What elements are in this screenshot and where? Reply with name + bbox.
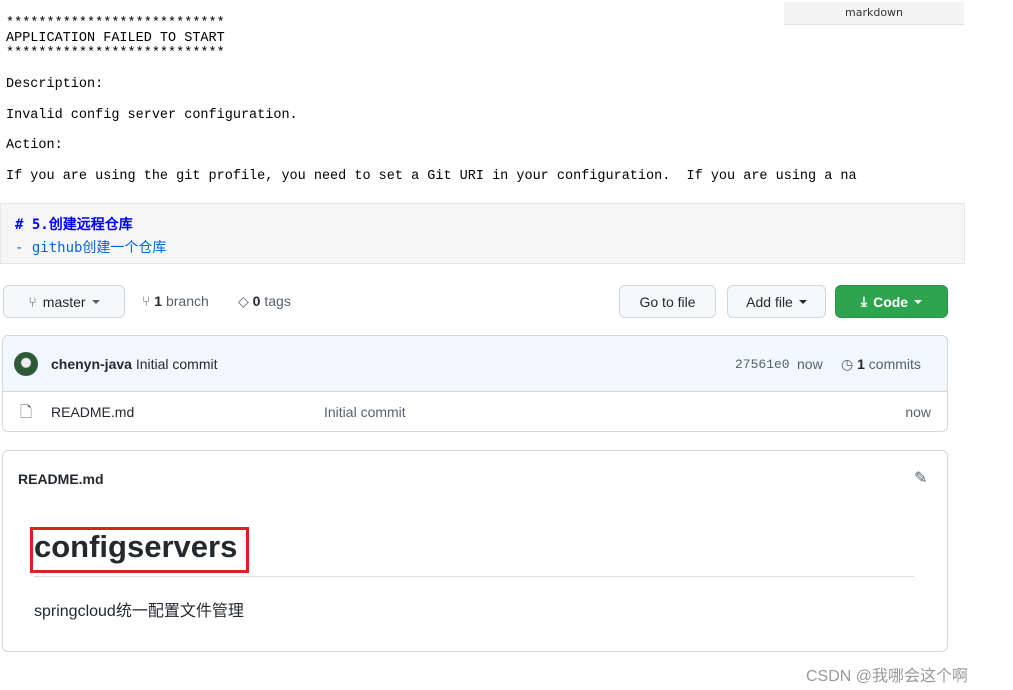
- tags-link[interactable]: ◇ 0 tags: [238, 293, 291, 310]
- tag-label: tags: [264, 293, 291, 309]
- commit-author[interactable]: chenyn-java: [51, 356, 132, 372]
- file-row: 🗋 README.md Initial commit now: [3, 392, 947, 432]
- file-list: chenyn-java Initial commit 27561e0 now ◷…: [2, 335, 948, 432]
- add-file-button[interactable]: Add file: [727, 285, 826, 318]
- caret-down-icon: [798, 299, 807, 304]
- code-label: Code: [873, 293, 909, 310]
- branch-count: 1: [154, 293, 163, 309]
- banner-title: APPLICATION FAILED TO START: [6, 31, 225, 46]
- md-list-item: - github创建一个仓库: [15, 240, 167, 256]
- go-to-file-button[interactable]: Go to file: [619, 285, 716, 318]
- add-file-label: Add file: [746, 293, 793, 310]
- commit-count-label: commits: [868, 356, 921, 372]
- heading-divider: [34, 576, 914, 577]
- banner-line: ***************************: [6, 46, 225, 61]
- md-heading: # 5.创建远程仓库: [15, 217, 133, 233]
- branch-icon: ⑂: [28, 293, 37, 310]
- code-button[interactable]: ⤓ Code: [835, 285, 948, 318]
- commit-time: now: [797, 356, 823, 372]
- readme-title: README.md: [18, 471, 104, 487]
- branch-name: master: [42, 293, 86, 310]
- markdown-code-block: # 5.创建远程仓库 - github创建一个仓库: [0, 203, 965, 264]
- edit-pencil-icon[interactable]: ✎: [914, 468, 927, 488]
- history-icon: ◷: [841, 356, 854, 372]
- caret-down-icon: [91, 299, 100, 304]
- avatar[interactable]: [14, 352, 38, 376]
- branches-link[interactable]: ⑂ 1 branch: [142, 293, 209, 309]
- action-label: Action:: [6, 138, 63, 153]
- action-text: If you are using the git profile, you ne…: [6, 169, 857, 184]
- latest-commit-bar: chenyn-java Initial commit 27561e0 now ◷…: [3, 336, 947, 392]
- readme-body: springcloud统一配置文件管理: [34, 603, 244, 620]
- commits-link[interactable]: ◷ 1 commits: [841, 356, 921, 373]
- file-icon: 🗋: [20, 404, 33, 421]
- branch-selector[interactable]: ⑂ master: [3, 285, 125, 318]
- description-label: Description:: [6, 77, 104, 92]
- tag-count: 0: [252, 293, 261, 309]
- caret-down-icon: [914, 299, 923, 304]
- branch-icon: ⑂: [142, 293, 151, 309]
- commit-sha[interactable]: 27561e0: [735, 357, 790, 372]
- commit-message[interactable]: Initial commit: [136, 356, 218, 372]
- readme-heading: configservers: [34, 529, 238, 564]
- commit-count: 1: [857, 356, 865, 372]
- branch-label: branch: [165, 293, 209, 309]
- tag-icon: ◇: [238, 293, 249, 309]
- readme-panel: README.md ✎ configservers springcloud统一配…: [2, 450, 948, 652]
- watermark: CSDN @我哪会这个啊: [806, 668, 969, 685]
- description-text: Invalid config server configuration.: [6, 108, 298, 123]
- file-time: now: [905, 404, 931, 420]
- file-commit-message[interactable]: Initial commit: [324, 404, 406, 420]
- console-banner: *************************** APPLICATION F…: [6, 16, 225, 61]
- download-icon: ⤓: [860, 293, 868, 309]
- banner-line: ***************************: [6, 16, 225, 31]
- code-language-label: markdown: [784, 2, 964, 25]
- file-name[interactable]: README.md: [51, 404, 134, 420]
